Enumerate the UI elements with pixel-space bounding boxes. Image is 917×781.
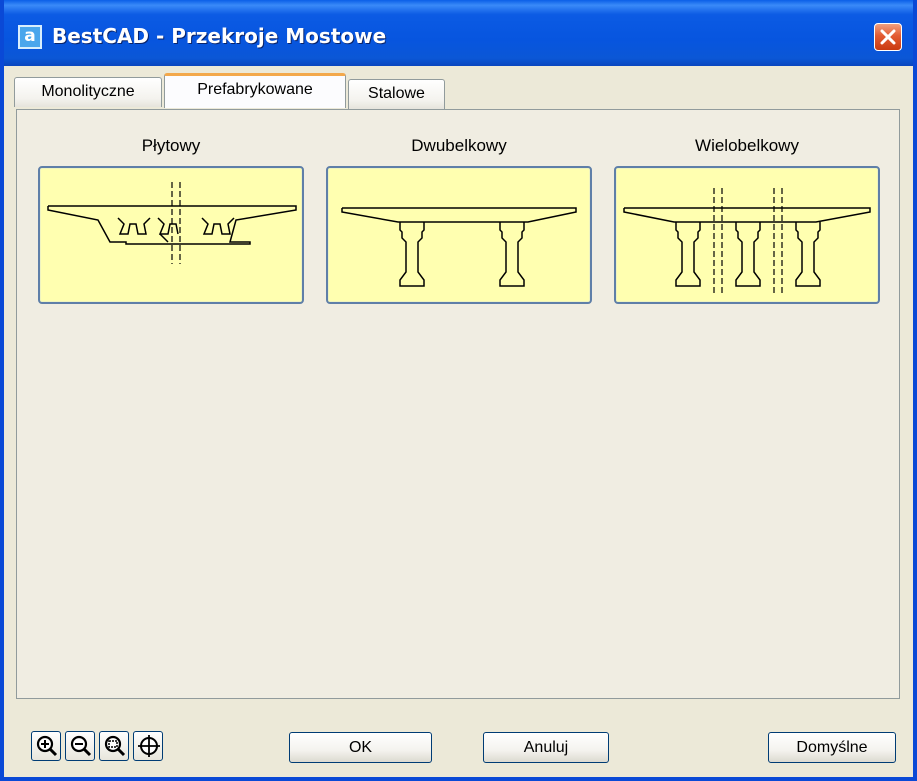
multi-beam-bridge-section-icon <box>623 188 871 296</box>
two-beam-bridge-section-icon <box>341 207 577 287</box>
section-label-dwubelkowy: Dwubelkowy <box>411 136 507 155</box>
tab-prefabrykowane[interactable]: Prefabrykowane <box>164 73 346 108</box>
section-label-plytowy: Płytowy <box>141 136 201 155</box>
zoom-window-icon <box>104 735 126 757</box>
zoom-window-button[interactable] <box>99 731 129 761</box>
tab-label: Monolityczne <box>41 83 135 100</box>
cancel-button[interactable]: Anuluj <box>483 732 609 763</box>
slab-bridge-section-icon <box>47 182 297 264</box>
section-button-plytowy[interactable] <box>38 166 304 304</box>
zoom-out-button[interactable] <box>65 731 95 761</box>
title-bar[interactable]: a BestCAD - Przekroje Mostowe <box>4 0 913 66</box>
default-button[interactable]: Domyślne <box>768 732 896 763</box>
section-label-wielobelkowy: Wielobelkowy <box>695 136 799 155</box>
app-icon: a <box>18 25 42 49</box>
zoom-in-button[interactable] <box>31 731 61 761</box>
zoom-pan-icon <box>138 735 160 757</box>
section-button-wielobelkowy[interactable] <box>614 166 880 304</box>
zoom-out-icon <box>70 735 92 757</box>
close-button[interactable] <box>874 23 902 51</box>
zoom-in-icon <box>36 735 58 757</box>
tab-stalowe[interactable]: Stalowe <box>348 79 445 109</box>
dialog-window: a BestCAD - Przekroje Mostowe Monolitycz… <box>0 0 917 781</box>
ok-button[interactable]: OK <box>289 732 432 763</box>
tab-monolityczne[interactable]: Monolityczne <box>14 77 162 107</box>
window-title: BestCAD - Przekroje Mostowe <box>52 24 387 48</box>
tab-label: Prefabrykowane <box>197 81 313 98</box>
tab-label: Stalowe <box>368 85 425 102</box>
section-button-dwubelkowy[interactable] <box>326 166 592 304</box>
close-icon <box>880 29 896 45</box>
zoom-pan-button[interactable] <box>133 731 163 761</box>
